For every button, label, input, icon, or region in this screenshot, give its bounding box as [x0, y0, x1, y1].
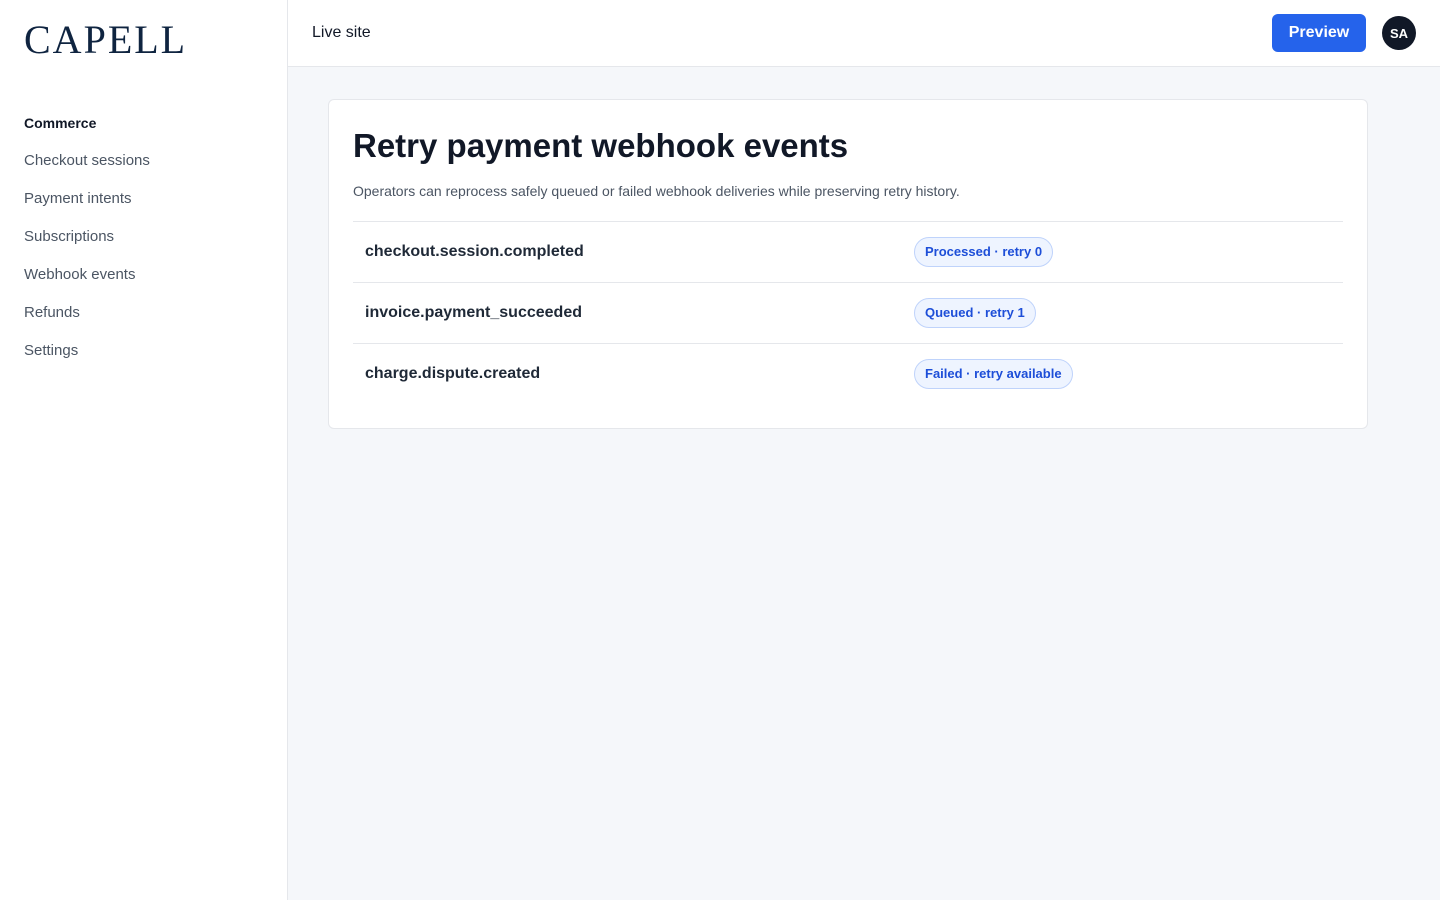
- table-row[interactable]: invoice.payment_succeeded Queued · retry…: [353, 282, 1343, 343]
- table-row[interactable]: charge.dispute.created Failed · retry av…: [353, 343, 1343, 404]
- page-title: Retry payment webhook events: [353, 127, 849, 164]
- sidebar-item-payment-intents[interactable]: Payment intents: [24, 188, 264, 226]
- capell-logo[interactable]: CAPELL: [24, 18, 187, 62]
- sidebar: CAPELL Commerce Checkout sessions Paymen…: [0, 0, 288, 900]
- live-site-link[interactable]: Live site: [312, 23, 371, 43]
- user-avatar[interactable]: SA: [1382, 16, 1416, 50]
- app-root: CAPELL Commerce Checkout sessions Paymen…: [0, 0, 1440, 900]
- sidebar-item-subscriptions[interactable]: Subscriptions: [24, 226, 264, 264]
- event-name: checkout.session.completed: [365, 243, 584, 260]
- status-badge[interactable]: Processed · retry 0: [914, 237, 1054, 267]
- status-badge[interactable]: Queued · retry 1: [914, 298, 1036, 328]
- event-name: charge.dispute.created: [365, 365, 541, 382]
- webhook-events-card: Retry payment webhook events Operators c…: [328, 99, 1368, 429]
- webhook-events-list: checkout.session.completed Processed · r…: [353, 221, 1343, 404]
- sidebar-item-settings[interactable]: Settings: [24, 340, 264, 378]
- preview-button[interactable]: Preview: [1272, 14, 1366, 52]
- sidebar-nav: Commerce Checkout sessions Payment inten…: [24, 112, 264, 378]
- top-bar: Live site Preview SA: [288, 0, 1440, 67]
- sidebar-item-refunds[interactable]: Refunds: [24, 302, 264, 340]
- page-description: Operators can reprocess safely queued or…: [353, 183, 960, 199]
- table-row[interactable]: checkout.session.completed Processed · r…: [353, 221, 1343, 282]
- status-badge[interactable]: Failed · retry available: [914, 359, 1073, 389]
- sidebar-item-checkout-sessions[interactable]: Checkout sessions: [24, 150, 264, 188]
- sidebar-item-webhook-events[interactable]: Webhook events: [24, 264, 264, 302]
- event-name: invoice.payment_succeeded: [365, 304, 582, 321]
- sidebar-section-commerce: Commerce: [24, 115, 97, 131]
